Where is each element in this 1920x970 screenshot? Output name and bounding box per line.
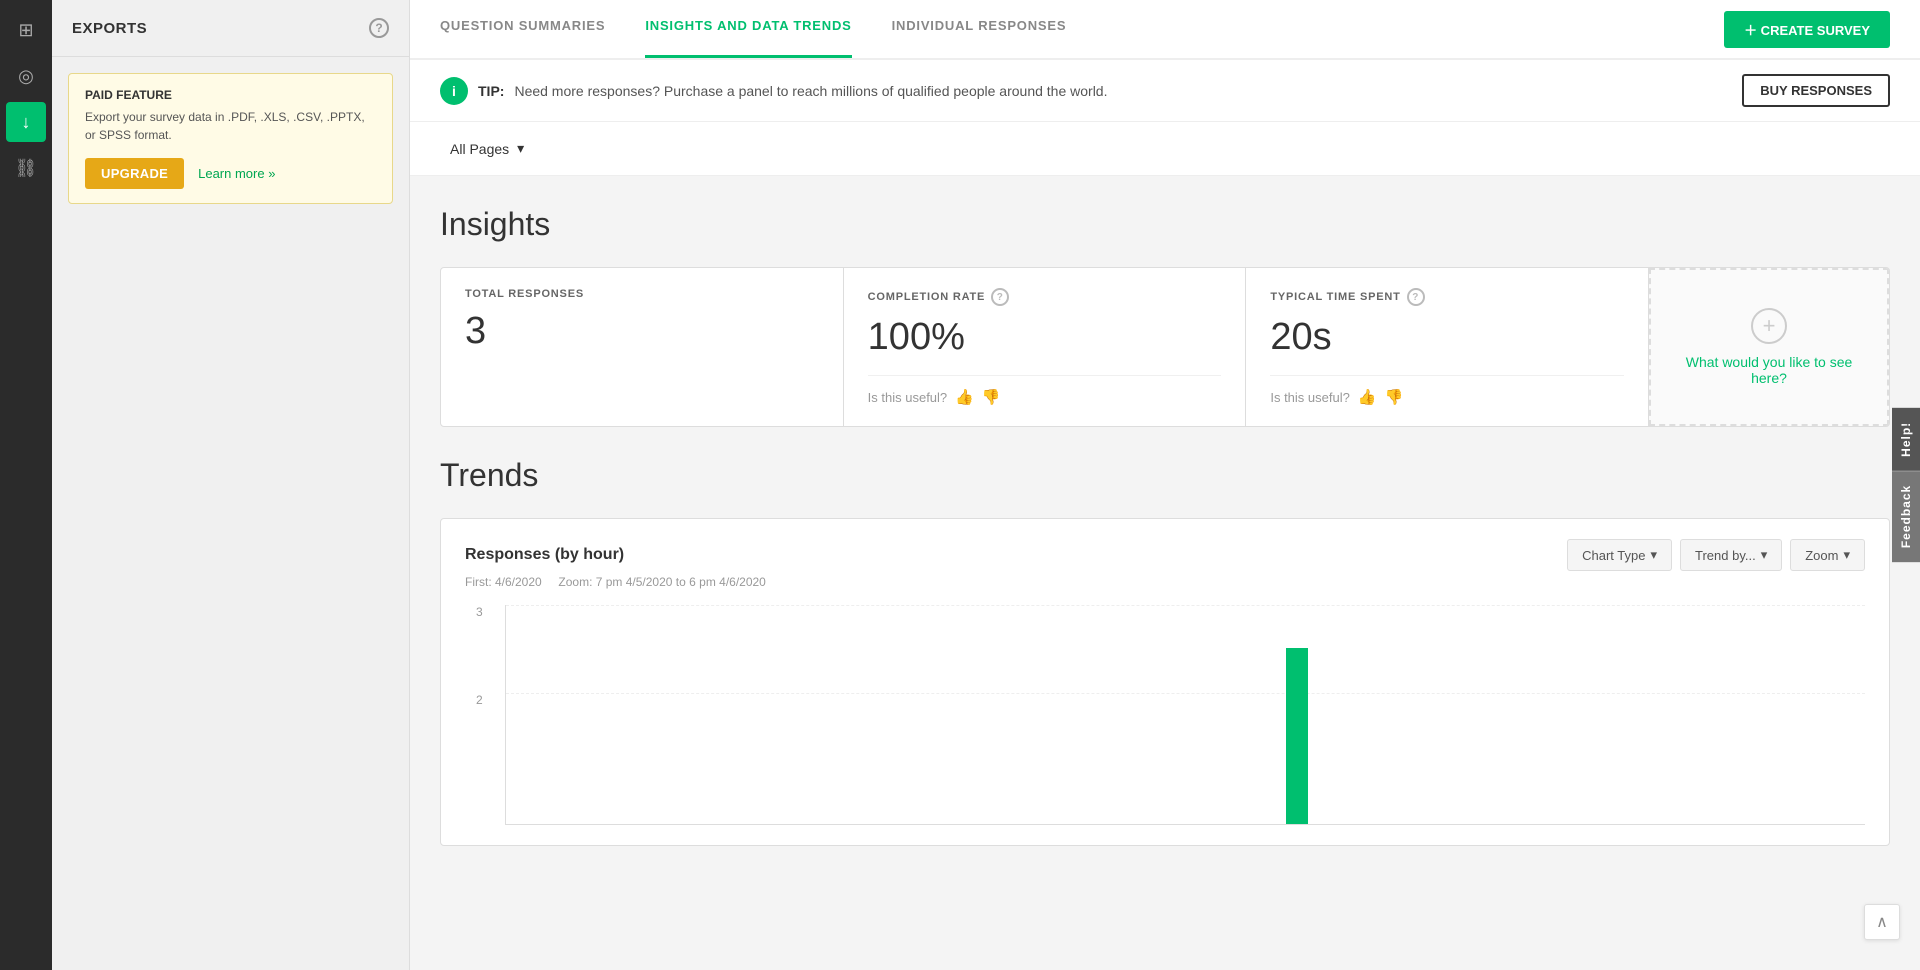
thumbs-up-completion[interactable]: 👍 (955, 388, 974, 406)
tab-individual-responses[interactable]: INDIVIDUAL RESPONSES (892, 0, 1067, 58)
scroll-to-top-button[interactable]: ∧ (1864, 904, 1900, 940)
exports-title: EXPORTS (72, 20, 147, 37)
chart-y-label-2: 2 (476, 693, 483, 707)
upgrade-button[interactable]: UPGRADE (85, 158, 184, 189)
exports-header: EXPORTS ? (52, 0, 409, 57)
chart-grid-line-2 (506, 693, 1865, 694)
paid-feature-description: Export your survey data in .PDF, .XLS, .… (85, 108, 376, 144)
metric-total-responses-value: 3 (465, 310, 819, 353)
pages-filter-bar: All Pages ▾ (410, 122, 1920, 176)
learn-more-link[interactable]: Learn more » (198, 166, 275, 181)
chart-y-label-3: 3 (476, 605, 483, 619)
eye-icon[interactable]: ◎ (6, 56, 46, 96)
metric-total-responses: TOTAL RESPONSES 3 (441, 268, 844, 426)
metric-typical-time-value: 20s (1270, 316, 1624, 359)
tip-text: Need more responses? Purchase a panel to… (514, 83, 1732, 99)
tab-insights-data-trends[interactable]: INSIGHTS AND DATA TRENDS (645, 0, 851, 58)
link-icon[interactable]: ⛓ (6, 148, 46, 188)
metric-total-responses-label: TOTAL RESPONSES (465, 288, 819, 300)
metric-completion-rate-feedback: Is this useful? 👍 👎 (868, 375, 1222, 406)
add-metric-text: What would you like to see here? (1671, 354, 1867, 386)
help-edge-button[interactable]: Help! (1892, 408, 1920, 471)
tip-banner: i TIP: Need more responses? Purchase a p… (410, 60, 1920, 122)
filter-icon[interactable]: ⊞ (6, 10, 46, 50)
metric-completion-rate: COMPLETION RATE ? 100% Is this useful? 👍… (844, 268, 1247, 426)
metric-completion-rate-label: COMPLETION RATE ? (868, 288, 1222, 306)
right-edge-buttons: Help! Feedback (1892, 408, 1920, 562)
insights-section-title: Insights (440, 206, 1890, 243)
pages-dropdown-label: All Pages (450, 141, 509, 157)
chart-grid-line-3 (506, 605, 1865, 606)
chart-bar-1 (1286, 648, 1308, 824)
trends-chart-title: Responses (by hour) (465, 546, 624, 564)
content-area: i TIP: Need more responses? Purchase a p… (410, 60, 1920, 970)
trend-by-button[interactable]: Trend by... ▾ (1680, 539, 1782, 571)
trends-first-label: First: 4/6/2020 (465, 575, 542, 589)
thumbs-down-time[interactable]: 👎 (1385, 388, 1404, 406)
trends-subtitle: First: 4/6/2020 Zoom: 7 pm 4/5/2020 to 6… (465, 575, 1865, 589)
download-icon[interactable]: ↓ (6, 102, 46, 142)
typical-time-help-icon[interactable]: ? (1407, 288, 1425, 306)
metric-completion-rate-value: 100% (868, 316, 1222, 359)
paid-feature-box: PAID FEATURE Export your survey data in … (68, 73, 393, 204)
insights-section: Insights TOTAL RESPONSES 3 COMPLETION RA… (410, 176, 1920, 447)
typical-time-feedback-text: Is this useful? (1270, 390, 1350, 405)
paid-feature-actions: UPGRADE Learn more » (85, 158, 376, 189)
trends-buttons: Chart Type ▾ Trend by... ▾ Zoom ▾ (1567, 539, 1865, 571)
tab-bar: QUESTION SUMMARIES INSIGHTS AND DATA TRE… (410, 0, 1920, 60)
chart-area: 3 2 (505, 605, 1865, 825)
completion-rate-feedback-text: Is this useful? (868, 390, 948, 405)
zoom-button[interactable]: Zoom ▾ (1790, 539, 1865, 571)
icon-sidebar: ⊞ ◎ ↓ ⛓ (0, 0, 52, 970)
pages-dropdown[interactable]: All Pages ▾ (440, 134, 534, 163)
feedback-edge-button[interactable]: Feedback (1892, 471, 1920, 562)
create-survey-button[interactable]: ＋ CREATE SURVEY (1724, 11, 1890, 48)
tab-bar-right: ＋ CREATE SURVEY (1724, 11, 1890, 48)
metric-typical-time-feedback: Is this useful? 👍 👎 (1270, 375, 1624, 406)
paid-feature-title: PAID FEATURE (85, 88, 376, 102)
add-metric-card[interactable]: + What would you like to see here? (1649, 268, 1889, 426)
trends-card: Responses (by hour) Chart Type ▾ Trend b… (440, 518, 1890, 846)
tab-question-summaries[interactable]: QUESTION SUMMARIES (440, 0, 605, 58)
chart-container: 3 2 (465, 605, 1865, 825)
metrics-row: TOTAL RESPONSES 3 COMPLETION RATE ? 100%… (440, 267, 1890, 427)
thumbs-down-completion[interactable]: 👎 (982, 388, 1001, 406)
metric-typical-time-spent: TYPICAL TIME SPENT ? 20s Is this useful?… (1246, 268, 1649, 426)
thumbs-up-time[interactable]: 👍 (1358, 388, 1377, 406)
completion-rate-help-icon[interactable]: ? (991, 288, 1009, 306)
trends-section-title: Trends (440, 457, 1890, 494)
tip-icon: i (440, 77, 468, 105)
metric-typical-time-label: TYPICAL TIME SPENT ? (1270, 288, 1624, 306)
pages-dropdown-arrow: ▾ (517, 140, 524, 157)
add-metric-icon: + (1751, 308, 1787, 344)
buy-responses-button[interactable]: BUY RESPONSES (1742, 74, 1890, 107)
trends-section: Trends Responses (by hour) Chart Type ▾ … (410, 447, 1920, 876)
trends-zoom-label: Zoom: 7 pm 4/5/2020 to 6 pm 4/6/2020 (558, 575, 765, 589)
chart-type-button[interactable]: Chart Type ▾ (1567, 539, 1672, 571)
exports-help-icon[interactable]: ? (369, 18, 389, 38)
exports-panel: EXPORTS ? PAID FEATURE Export your surve… (52, 0, 410, 970)
trends-card-header: Responses (by hour) Chart Type ▾ Trend b… (465, 539, 1865, 571)
main-content: QUESTION SUMMARIES INSIGHTS AND DATA TRE… (410, 0, 1920, 970)
tip-label: TIP: (478, 83, 504, 99)
